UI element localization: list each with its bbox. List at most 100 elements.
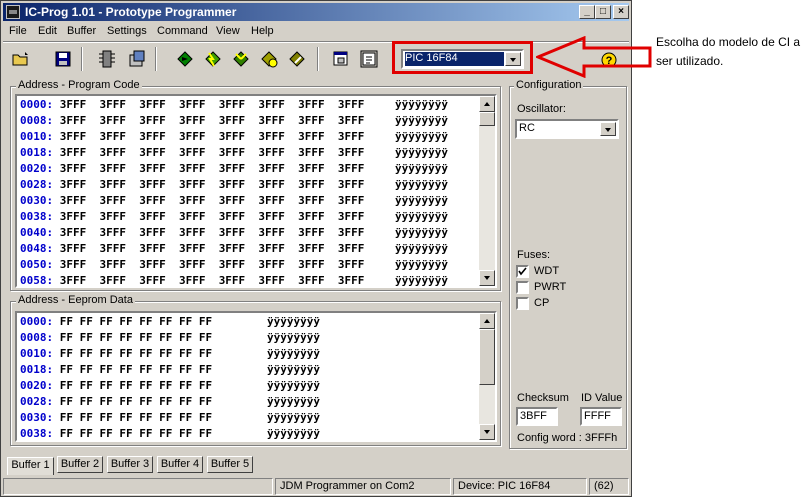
row-address: 0038: <box>20 210 54 223</box>
verify-icon[interactable] <box>231 49 251 69</box>
blank-check-icon[interactable] <box>287 49 307 69</box>
row-address: 0028: <box>20 178 54 191</box>
hex-row[interactable]: 0020: 3FFF 3FFF 3FFF 3FFF 3FFF 3FFF 3FFF… <box>20 161 364 177</box>
oscillator-select[interactable]: RC <box>515 119 619 139</box>
hex-row[interactable]: 0000: FF FF FF FF FF FF FF FF <box>20 314 212 330</box>
menu-view[interactable]: View <box>216 25 240 37</box>
row-data[interactable]: 3FFF 3FFF 3FFF 3FFF 3FFF 3FFF 3FFF 3FFF <box>53 226 365 239</box>
hex-row[interactable]: 0030: 3FFF 3FFF 3FFF 3FFF 3FFF 3FFF 3FFF… <box>20 193 364 209</box>
program-code-scrollbar[interactable] <box>479 96 495 286</box>
configuration-icon[interactable] <box>127 49 147 69</box>
scroll-down-icon[interactable] <box>479 424 495 440</box>
row-address: 0048: <box>20 242 54 255</box>
open-icon[interactable] <box>11 49 31 69</box>
fuse-pwrt-checkbox[interactable] <box>516 281 529 294</box>
row-data[interactable]: FF FF FF FF FF FF FF FF <box>53 411 212 424</box>
status-empty <box>3 478 273 495</box>
row-data[interactable]: 3FFF 3FFF 3FFF 3FFF 3FFF 3FFF 3FFF 3FFF <box>53 210 365 223</box>
hex-row[interactable]: 0008: 3FFF 3FFF 3FFF 3FFF 3FFF 3FFF 3FFF… <box>20 113 364 129</box>
menu-command[interactable]: Command <box>157 25 208 37</box>
tab-buffer-3[interactable]: Buffer 3 <box>107 456 153 473</box>
hex-row[interactable]: 0030: FF FF FF FF FF FF FF FF <box>20 410 212 426</box>
row-address: 0020: <box>20 379 54 392</box>
row-data[interactable]: 3FFF 3FFF 3FFF 3FFF 3FFF 3FFF 3FFF 3FFF <box>53 178 365 191</box>
scroll-up-icon[interactable] <box>479 96 495 112</box>
scroll-up-icon[interactable] <box>479 313 495 329</box>
program-icon[interactable] <box>175 49 195 69</box>
row-data[interactable]: FF FF FF FF FF FF FF FF <box>53 347 212 360</box>
minimize-button[interactable]: _ <box>579 5 595 19</box>
hex-row[interactable]: 0010: 3FFF 3FFF 3FFF 3FFF 3FFF 3FFF 3FFF… <box>20 129 364 145</box>
hex-row[interactable]: 0008: FF FF FF FF FF FF FF FF <box>20 330 212 346</box>
arrow-left-icon <box>536 36 652 78</box>
id-value-field[interactable]: FFFF <box>580 407 622 426</box>
menu-edit[interactable]: Edit <box>38 25 57 37</box>
row-data[interactable]: FF FF FF FF FF FF FF FF <box>53 315 212 328</box>
row-data[interactable]: 3FFF 3FFF 3FFF 3FFF 3FFF 3FFF 3FFF 3FFF <box>53 114 365 127</box>
hex-row[interactable]: 0038: FF FF FF FF FF FF FF FF <box>20 426 212 440</box>
row-data[interactable]: FF FF FF FF FF FF FF FF <box>53 427 212 440</box>
hex-row[interactable]: 0058: 3FFF 3FFF 3FFF 3FFF 3FFF 3FFF 3FFF… <box>20 273 365 286</box>
scroll-down-icon[interactable] <box>479 270 495 286</box>
hex-row[interactable]: 0020: FF FF FF FF FF FF FF FF <box>20 378 212 394</box>
scroll-thumb[interactable] <box>479 112 495 126</box>
erase-icon[interactable] <box>259 49 279 69</box>
hex-row[interactable]: 0048: 3FFF 3FFF 3FFF 3FFF 3FFF 3FFF 3FFF… <box>20 241 364 257</box>
eeprom-grid[interactable]: 0000: FF FF FF FF FF FF FF FF ÿÿÿÿÿÿÿÿ 000… <box>15 311 497 442</box>
row-address: 0008: <box>20 114 54 127</box>
row-data[interactable]: 3FFF 3FFF 3FFF 3FFF 3FFF 3FFF 3FFF 3FFF <box>53 146 365 159</box>
program-code-grid[interactable]: 0000: 3FFF 3FFF 3FFF 3FFF 3FFF 3FFF 3FFF… <box>15 94 497 288</box>
row-address: 0050: <box>20 258 54 271</box>
save-icon[interactable] <box>53 49 73 69</box>
row-ascii: ÿÿÿÿÿÿÿÿ <box>395 242 448 255</box>
hex-row[interactable]: 0050: 3FFF 3FFF 3FFF 3FFF 3FFF 3FFF 3FFF… <box>20 257 364 273</box>
app-icon <box>6 5 20 19</box>
row-data[interactable]: 3FFF 3FFF 3FFF 3FFF 3FFF 3FFF 3FFF 3FFF <box>53 194 365 207</box>
hex-view-icon[interactable] <box>359 49 379 69</box>
row-ascii: ÿÿÿÿÿÿÿÿ <box>395 226 448 239</box>
program-all-icon[interactable] <box>203 49 223 69</box>
menu-file[interactable]: File <box>9 25 27 37</box>
row-data[interactable]: 3FFF 3FFF 3FFF 3FFF 3FFF 3FFF 3FFF 3FFF <box>53 274 365 286</box>
hex-row[interactable]: 0038: 3FFF 3FFF 3FFF 3FFF 3FFF 3FFF 3FFF… <box>20 209 364 225</box>
menu-help[interactable]: Help <box>251 25 274 37</box>
hex-row[interactable]: 0018: 3FFF 3FFF 3FFF 3FFF 3FFF 3FFF 3FFF… <box>20 145 364 161</box>
hex-row[interactable]: 0010: FF FF FF FF FF FF FF FF <box>20 346 212 362</box>
hex-row[interactable]: 0028: 3FFF 3FFF 3FFF 3FFF 3FFF 3FFF 3FFF… <box>20 177 364 193</box>
hex-row[interactable]: 0028: FF FF FF FF FF FF FF FF <box>20 394 212 410</box>
hex-row[interactable]: 0018: FF FF FF FF FF FF FF FF <box>20 362 212 378</box>
read-icon[interactable] <box>97 49 117 69</box>
row-data[interactable]: 3FFF 3FFF 3FFF 3FFF 3FFF 3FFF 3FFF 3FFF <box>53 242 365 255</box>
tab-buffer-2[interactable]: Buffer 2 <box>57 456 103 473</box>
menu-buffer[interactable]: Buffer <box>67 25 96 37</box>
menu-settings[interactable]: Settings <box>107 25 147 37</box>
hex-row[interactable]: 0000: 3FFF 3FFF 3FFF 3FFF 3FFF 3FFF 3FFF… <box>20 97 364 113</box>
row-ascii: ÿÿÿÿÿÿÿÿ <box>395 162 448 175</box>
tab-buffer-5[interactable]: Buffer 5 <box>207 456 253 473</box>
fuse-pwrt-label: PWRT <box>534 281 567 293</box>
close-button[interactable]: × <box>613 5 629 19</box>
scroll-thumb[interactable] <box>479 329 495 385</box>
row-data[interactable]: FF FF FF FF FF FF FF FF <box>53 379 212 392</box>
eeprom-scrollbar[interactable] <box>479 313 495 440</box>
window-icon[interactable] <box>331 49 351 69</box>
row-data[interactable]: 3FFF 3FFF 3FFF 3FFF 3FFF 3FFF 3FFF 3FFF <box>53 98 365 111</box>
id-value-label: ID Value <box>581 392 623 404</box>
row-data[interactable]: 3FFF 3FFF 3FFF 3FFF 3FFF 3FFF 3FFF 3FFF <box>53 162 365 175</box>
fuse-wdt-checkbox[interactable] <box>516 265 529 278</box>
chevron-down-icon[interactable] <box>600 122 616 136</box>
maximize-button[interactable]: □ <box>595 5 611 19</box>
row-data[interactable]: 3FFF 3FFF 3FFF 3FFF 3FFF 3FFF 3FFF 3FFF <box>53 258 365 271</box>
row-data[interactable]: 3FFF 3FFF 3FFF 3FFF 3FFF 3FFF 3FFF 3FFF <box>53 130 365 143</box>
row-data[interactable]: FF FF FF FF FF FF FF FF <box>53 363 212 376</box>
tab-buffer-4[interactable]: Buffer 4 <box>157 456 203 473</box>
row-data[interactable]: FF FF FF FF FF FF FF FF <box>53 331 212 344</box>
row-data[interactable]: FF FF FF FF FF FF FF FF <box>53 395 212 408</box>
row-address: 0000: <box>20 315 54 328</box>
row-address: 0030: <box>20 411 54 424</box>
hex-row[interactable]: 0040: 3FFF 3FFF 3FFF 3FFF 3FFF 3FFF 3FFF… <box>20 225 364 241</box>
fuse-cp-checkbox[interactable] <box>516 297 529 310</box>
tab-buffer-1[interactable]: Buffer 1 <box>7 457 54 475</box>
status-programmer: JDM Programmer on Com2 <box>275 478 451 495</box>
eeprom-label: Address - Eeprom Data <box>16 294 135 306</box>
